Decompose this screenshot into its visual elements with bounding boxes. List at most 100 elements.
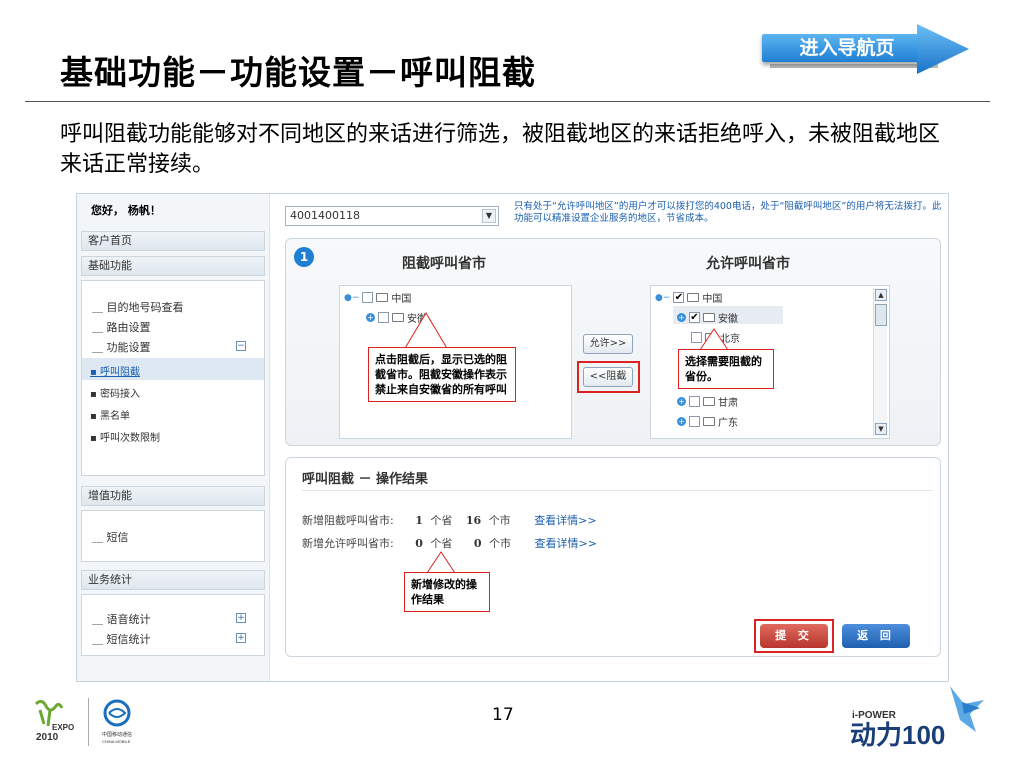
nav-home-button[interactable]: 进入导航页 — [762, 14, 972, 84]
checkbox[interactable] — [689, 416, 700, 427]
back-button[interactable]: 返 回 — [842, 624, 910, 648]
city-unit: 个市 — [489, 537, 512, 550]
view-details-link[interactable]: 查看详情>> — [535, 537, 597, 550]
submit-button[interactable]: 提 交 — [760, 624, 828, 648]
greeting: 您好， 杨帆！ — [91, 204, 161, 217]
scroll-thumb[interactable] — [875, 304, 887, 326]
sidebar-subitem-password[interactable]: ▪ 密码接入 — [90, 385, 140, 400]
checkbox[interactable] — [362, 292, 374, 303]
tree-node-gansu[interactable]: + 甘肃 — [677, 394, 738, 409]
callout-block-explanation: 点击阻截后，显示已选的阻截省市。阻截安徽操作表示禁止来自安徽省的所有呼叫 — [368, 347, 516, 402]
scroll-up-icon[interactable]: ▲ — [875, 289, 887, 301]
folder-icon — [376, 293, 389, 302]
sidebar-item-sms[interactable]: ＿ 短信 — [92, 529, 129, 545]
province-unit: 个省 — [430, 514, 453, 527]
scroll-down-icon[interactable]: ▼ — [875, 423, 887, 435]
svg-text:动力100: 动力100 — [850, 720, 945, 750]
tree-connector-icon: ●− — [344, 292, 360, 303]
svg-text:EXPO: EXPO — [52, 723, 74, 732]
sidebar-subitem-blacklist[interactable]: ▪ 黑名单 — [90, 407, 130, 422]
sidebar-header-basic[interactable]: 基础功能 — [81, 256, 265, 276]
tree-node-label: 中国 — [391, 294, 412, 305]
tree-node-guangdong[interactable]: + 广东 — [677, 414, 738, 429]
tree-node-anhui[interactable]: + ✔ 安徽 — [677, 310, 738, 325]
sidebar-header-stats[interactable]: 业务统计 — [81, 570, 265, 590]
sidebar-item-destination[interactable]: ＿ 目的地号码查看 — [92, 299, 184, 315]
city-count: 0 — [473, 537, 482, 550]
nav-button-shadow — [770, 64, 938, 68]
folder-icon — [703, 397, 715, 406]
sidebar-item-routing[interactable]: ＿ 路由设置 — [92, 319, 151, 335]
expand-node-icon[interactable]: + — [677, 313, 686, 322]
folder-icon — [703, 313, 715, 322]
app-screenshot: 您好， 杨帆！ 客户首页 基础功能 ＿ 目的地号码查看 ＿ 路由设置 ＿ 功能设… — [76, 193, 949, 682]
callout-select-province: 选择需要阻截的省份。 — [678, 349, 774, 389]
sidebar-item-settings[interactable]: ＿ 功能设置 — [92, 339, 151, 355]
ipower-logo-icon: i-POWER 动力100 — [850, 686, 984, 750]
sidebar-item-home[interactable]: 客户首页 — [81, 231, 265, 251]
expo-logo: EXPO 2010 — [30, 696, 90, 748]
title-divider — [25, 101, 990, 102]
result-row-blocked: 新增阻截呼叫省市: 1 个省 16 个市 查看详情>> — [302, 512, 597, 528]
sidebar-item-sms-stats[interactable]: ＿ 短信统计 — [92, 631, 151, 647]
stats-panel: ＿ 语音统计 ＿ 短信统计 + + — [81, 594, 265, 656]
allow-button[interactable]: 允许>> — [583, 334, 633, 354]
tree-node-label: 广东 — [718, 418, 738, 429]
number-select[interactable]: 4001400118 ▼ — [285, 206, 499, 226]
tree-node-china[interactable]: ●− 中国 — [344, 290, 411, 305]
result-divider — [302, 490, 932, 491]
page-number: 17 — [492, 705, 514, 725]
checkbox-checked[interactable]: ✔ — [673, 292, 685, 303]
permission-note: 只有处于“允许呼叫地区”的用户才可以拨打您的400电话，处于“阻截呼叫地区”的用… — [514, 201, 942, 224]
collapse-icon[interactable]: − — [236, 341, 246, 351]
svg-text:2010: 2010 — [36, 732, 59, 743]
province-unit: 个省 — [430, 537, 453, 550]
tree-node-china[interactable]: ●− ✔ 中国 — [655, 290, 722, 305]
tree-node-label: 安徽 — [718, 314, 738, 325]
allowed-column-title: 允许呼叫省市 — [706, 256, 790, 272]
folder-icon — [687, 293, 700, 302]
province-count: 1 — [415, 514, 423, 527]
value-panel: ＿ 短信 — [81, 510, 265, 562]
province-count: 0 — [415, 537, 423, 550]
callout-pointer — [403, 312, 449, 351]
city-count: 16 — [465, 514, 482, 527]
view-details-link[interactable]: 查看详情>> — [534, 514, 596, 527]
nav-button-label: 进入导航页 — [762, 34, 932, 62]
arrow-right-icon — [917, 24, 969, 74]
operation-result-panel: 呼叫阻截 － 操作结果 新增阻截呼叫省市: 1 个省 16 个市 查看详情>> … — [285, 457, 941, 657]
callout-pointer — [699, 328, 729, 351]
sidebar-subitem-call-block[interactable]: ▪ 呼叫阻截 — [90, 363, 140, 378]
tree-connector-icon: ●− — [655, 292, 671, 303]
block-button[interactable]: <<阻截 — [583, 367, 633, 387]
checkbox[interactable] — [689, 396, 700, 407]
intro-text: 呼叫阻截功能能够对不同地区的来话进行筛选，被阻截地区的来话拒绝呼入，未被阻截地区… — [60, 122, 941, 177]
result-label: 新增允许呼叫省市: — [302, 537, 394, 550]
expand-node-icon[interactable]: + — [677, 397, 686, 406]
result-label: 新增阻截呼叫省市: — [302, 514, 394, 527]
number-select-value: 4001400118 — [290, 209, 360, 222]
expo-logo-icon: EXPO 2010 — [34, 699, 74, 743]
basic-panel: ＿ 目的地号码查看 ＿ 路由设置 ＿ 功能设置 − ▪ 呼叫阻截 ▪ 密码接入 … — [81, 280, 265, 476]
result-title: 呼叫阻截 － 操作结果 — [302, 472, 429, 487]
expand-node-icon[interactable]: + — [366, 313, 375, 322]
blocked-column-title: 阻截呼叫省市 — [402, 256, 486, 272]
sidebar-item-voice-stats[interactable]: ＿ 语音统计 — [92, 611, 151, 627]
svg-text:CHINA MOBILE: CHINA MOBILE — [102, 739, 131, 744]
province-selection-panel: 1 阻截呼叫省市 允许呼叫省市 ●− 中国 + 安徽 允许>> <<阻截 ●− … — [285, 238, 941, 446]
china-mobile-logo: 中国移动通信 CHINA MOBILE — [100, 698, 150, 748]
callout-pointer — [426, 551, 456, 574]
expand-icon[interactable]: + — [236, 633, 246, 643]
checkbox[interactable] — [378, 312, 389, 323]
sidebar-subitem-call-limit[interactable]: ▪ 呼叫次数限制 — [90, 429, 160, 444]
city-unit: 个市 — [488, 514, 511, 527]
tree-scrollbar[interactable]: ▲ ▼ — [873, 288, 887, 436]
tree-node-label: 中国 — [702, 294, 723, 305]
sidebar-header-value[interactable]: 增值功能 — [81, 486, 265, 506]
expand-icon[interactable]: + — [236, 613, 246, 623]
dropdown-arrow-icon: ▼ — [482, 209, 496, 223]
checkbox-checked[interactable]: ✔ — [689, 312, 700, 323]
expand-node-icon[interactable]: + — [677, 417, 686, 426]
callout-result: 新增修改的操作结果 — [404, 572, 490, 612]
footer-divider — [88, 698, 89, 746]
